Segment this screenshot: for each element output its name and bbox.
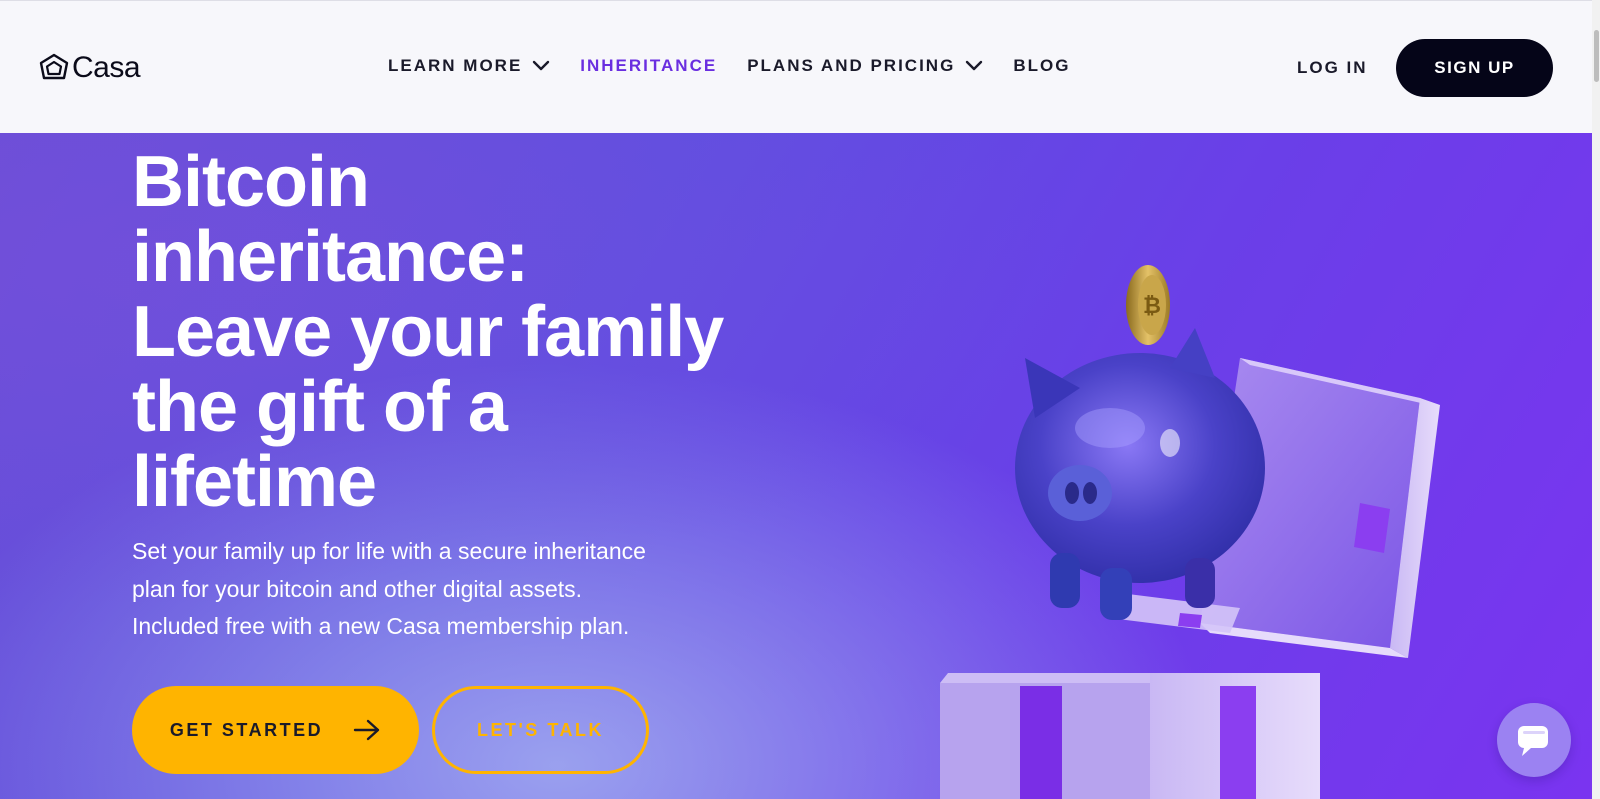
signup-button[interactable]: SIGN UP: [1396, 39, 1553, 97]
nav-inheritance[interactable]: INHERITANCE: [580, 56, 717, 76]
chevron-down-icon: [966, 60, 983, 71]
casa-hexagon-house-icon: [39, 53, 69, 80]
nav-blog-label: BLOG: [1013, 56, 1071, 75]
nav-inheritance-label: INHERITANCE: [580, 56, 718, 75]
scrollbar-thumb[interactable]: [1594, 30, 1599, 82]
hero-title-line: lifetime: [132, 442, 377, 522]
get-started-label: GET STARTED: [169, 719, 324, 740]
piggy-bank-illustration: ₿: [940, 265, 1440, 799]
chat-bubble-icon: [1518, 726, 1548, 756]
nav-plans-label: PLANS AND PRICING: [747, 56, 956, 75]
brand-name: Casa: [72, 51, 141, 84]
chevron-down-icon: [533, 60, 550, 71]
hero-subtitle-line: Included free with a new Casa membership…: [132, 613, 630, 639]
hero-section: Bitcoin inheritance: Leave your family t…: [0, 133, 1592, 799]
hero-subtitle: Set your family up for life with a secur…: [132, 533, 722, 646]
arrow-right-icon: [353, 719, 380, 741]
hero-subtitle-line: plan for your bitcoin and other digital …: [132, 575, 583, 602]
get-started-button[interactable]: GET STARTED: [132, 686, 419, 774]
hero-title-line: the gift of a: [132, 367, 508, 447]
svg-text:₿: ₿: [1143, 293, 1161, 318]
nav-blog[interactable]: BLOG: [1013, 56, 1070, 76]
hero-title: Bitcoin inheritance: Leave your family t…: [132, 145, 772, 520]
login-link[interactable]: LOG IN: [1297, 58, 1368, 78]
nav-learn-more-label: LEARN MORE: [388, 56, 523, 75]
bitcoin-coin: ₿: [1126, 265, 1170, 345]
nav-learn-more[interactable]: LEARN MORE: [388, 56, 550, 76]
main-nav: LEARN MORE INHERITANCE PLANS AND PRICING…: [388, 56, 1100, 76]
lets-talk-button[interactable]: LET'S TALK: [432, 686, 649, 774]
hero-subtitle-line: Set your family up for life with a secur…: [132, 538, 646, 564]
page-scrollbar[interactable]: [1592, 0, 1600, 799]
hero-title-line: Leave your family: [132, 292, 724, 372]
gift-box-base: [940, 673, 1320, 799]
hero-title-line: Bitcoin: [132, 142, 370, 222]
chat-widget-button[interactable]: [1497, 703, 1571, 777]
hero-title-line: inheritance:: [132, 217, 529, 297]
lets-talk-label: LET'S TALK: [477, 719, 604, 740]
top-navbar: Casa LEARN MORE INHERITANCE PLANS AND PR…: [0, 0, 1592, 133]
casa-logo[interactable]: Casa: [38, 51, 141, 85]
nav-plans-and-pricing[interactable]: PLANS AND PRICING: [747, 56, 983, 76]
